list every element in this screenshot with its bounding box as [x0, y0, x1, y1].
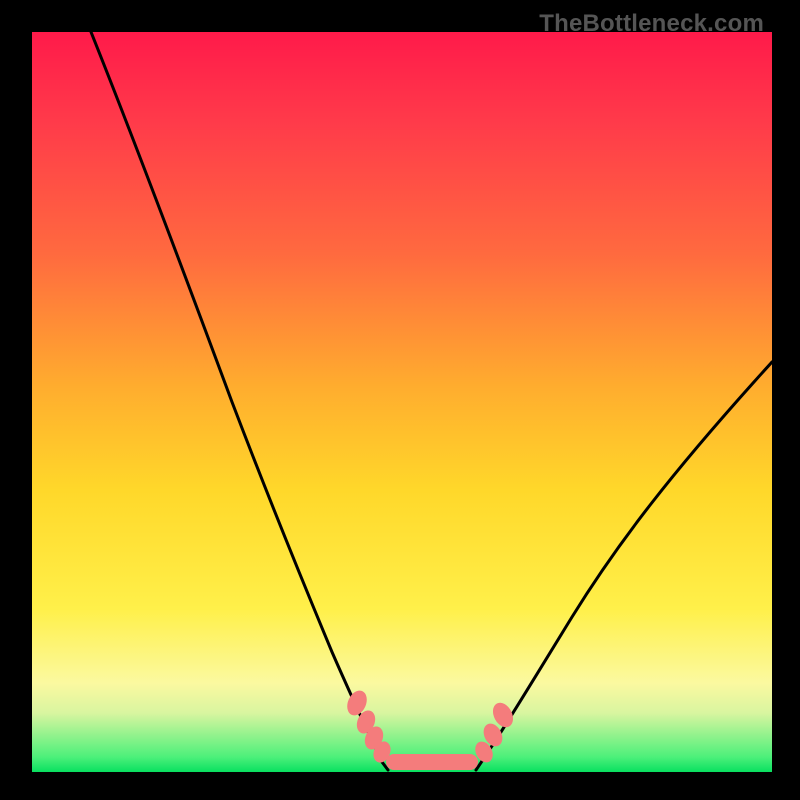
curve-layer [32, 32, 772, 772]
right-curve [476, 362, 772, 770]
marker-bottom-bar [386, 754, 478, 770]
watermark-text: TheBottleneck.com [539, 10, 764, 38]
chart-frame: TheBottleneck.com [0, 0, 800, 800]
plot-area [32, 32, 772, 772]
left-curve [91, 32, 388, 770]
